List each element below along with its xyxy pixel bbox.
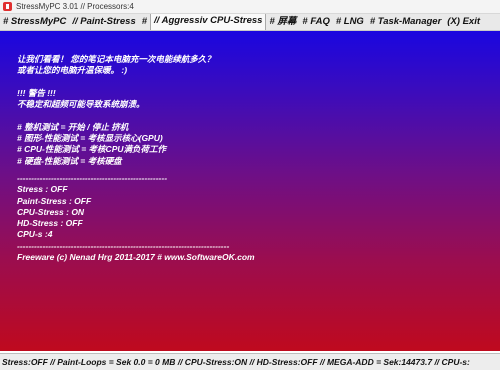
separator-line: ----------------------------------------… (17, 172, 168, 183)
cpu-stress-status: CPU-Stress : ON (17, 206, 85, 217)
window-title: StressMyPC 3.01 // Processors:4 (16, 2, 134, 11)
hint-hd-test: # 硬盘-性能测试 = 考核硬盘 (17, 155, 122, 166)
stress-status: Stress : OFF (17, 184, 68, 195)
window-titlebar: StressMyPC 3.01 // Processors:4 (0, 0, 500, 14)
paint-stress-status: Paint-Stress : OFF (17, 195, 92, 206)
tab-bar: # StressMyPC // Paint-Stress # // Aggres… (0, 14, 500, 31)
intro-line-1: 让我们看看！ 您的笔记本电脑充一次电能续航多久？ (17, 54, 215, 64)
tab-stressmypc[interactable]: # StressMyPC (0, 15, 69, 30)
tab-faq[interactable]: # FAQ (299, 15, 332, 30)
intro-line-2: 或者让您的电脑升温保暖。 :) (17, 65, 128, 76)
console-output: 让我们看看！ 您的笔记本电脑充一次电能续航多久？ 或者让您的电脑升温保暖。 :)… (17, 54, 255, 263)
tab-task-manager[interactable]: # Task-Manager (367, 15, 444, 30)
status-text: Stress:OFF // Paint-Loops = Sek 0.0 = 0 … (2, 357, 470, 367)
app-icon (3, 2, 12, 11)
hint-whole-test: # 整机测试 = 开始 / 停止 挤机 (17, 121, 129, 132)
hd-stress-status: HD-Stress : OFF (17, 218, 83, 229)
warning-title: !!! 警告 !!! (17, 87, 56, 98)
tab-hash[interactable]: # (139, 15, 150, 30)
main-panel: 让我们看看！ 您的笔记本电脑充一次电能续航多久？ 或者让您的电脑升温保暖。 :)… (0, 31, 500, 351)
status-bar: Stress:OFF // Paint-Loops = Sek 0.0 = 0 … (0, 353, 500, 370)
tab-exit[interactable]: (X) Exit (444, 15, 483, 30)
hint-gpu-test: # 图形-性能测试 = 考核显示核心(GPU) (17, 133, 163, 144)
hint-cpu-test: # CPU-性能测试 = 考核CPU满负荷工作 (17, 144, 167, 155)
cpu-count: CPU-s :4 (17, 229, 53, 240)
tab-lng[interactable]: # LNG (333, 15, 367, 30)
footer-credit: Freeware (c) Nenad Hrg 2011-2017 # www.S… (17, 252, 255, 263)
tab-paint-stress[interactable]: // Paint-Stress (69, 15, 138, 30)
tab-aggressiv-cpu-stress[interactable]: // Aggressiv CPU-Stress (150, 14, 267, 30)
warning-text: 不稳定和超频可能导致系统崩溃。 (17, 99, 145, 110)
tab-screen[interactable]: # 屏幕 (266, 15, 299, 30)
separator-line: ----------------------------------------… (17, 240, 230, 251)
